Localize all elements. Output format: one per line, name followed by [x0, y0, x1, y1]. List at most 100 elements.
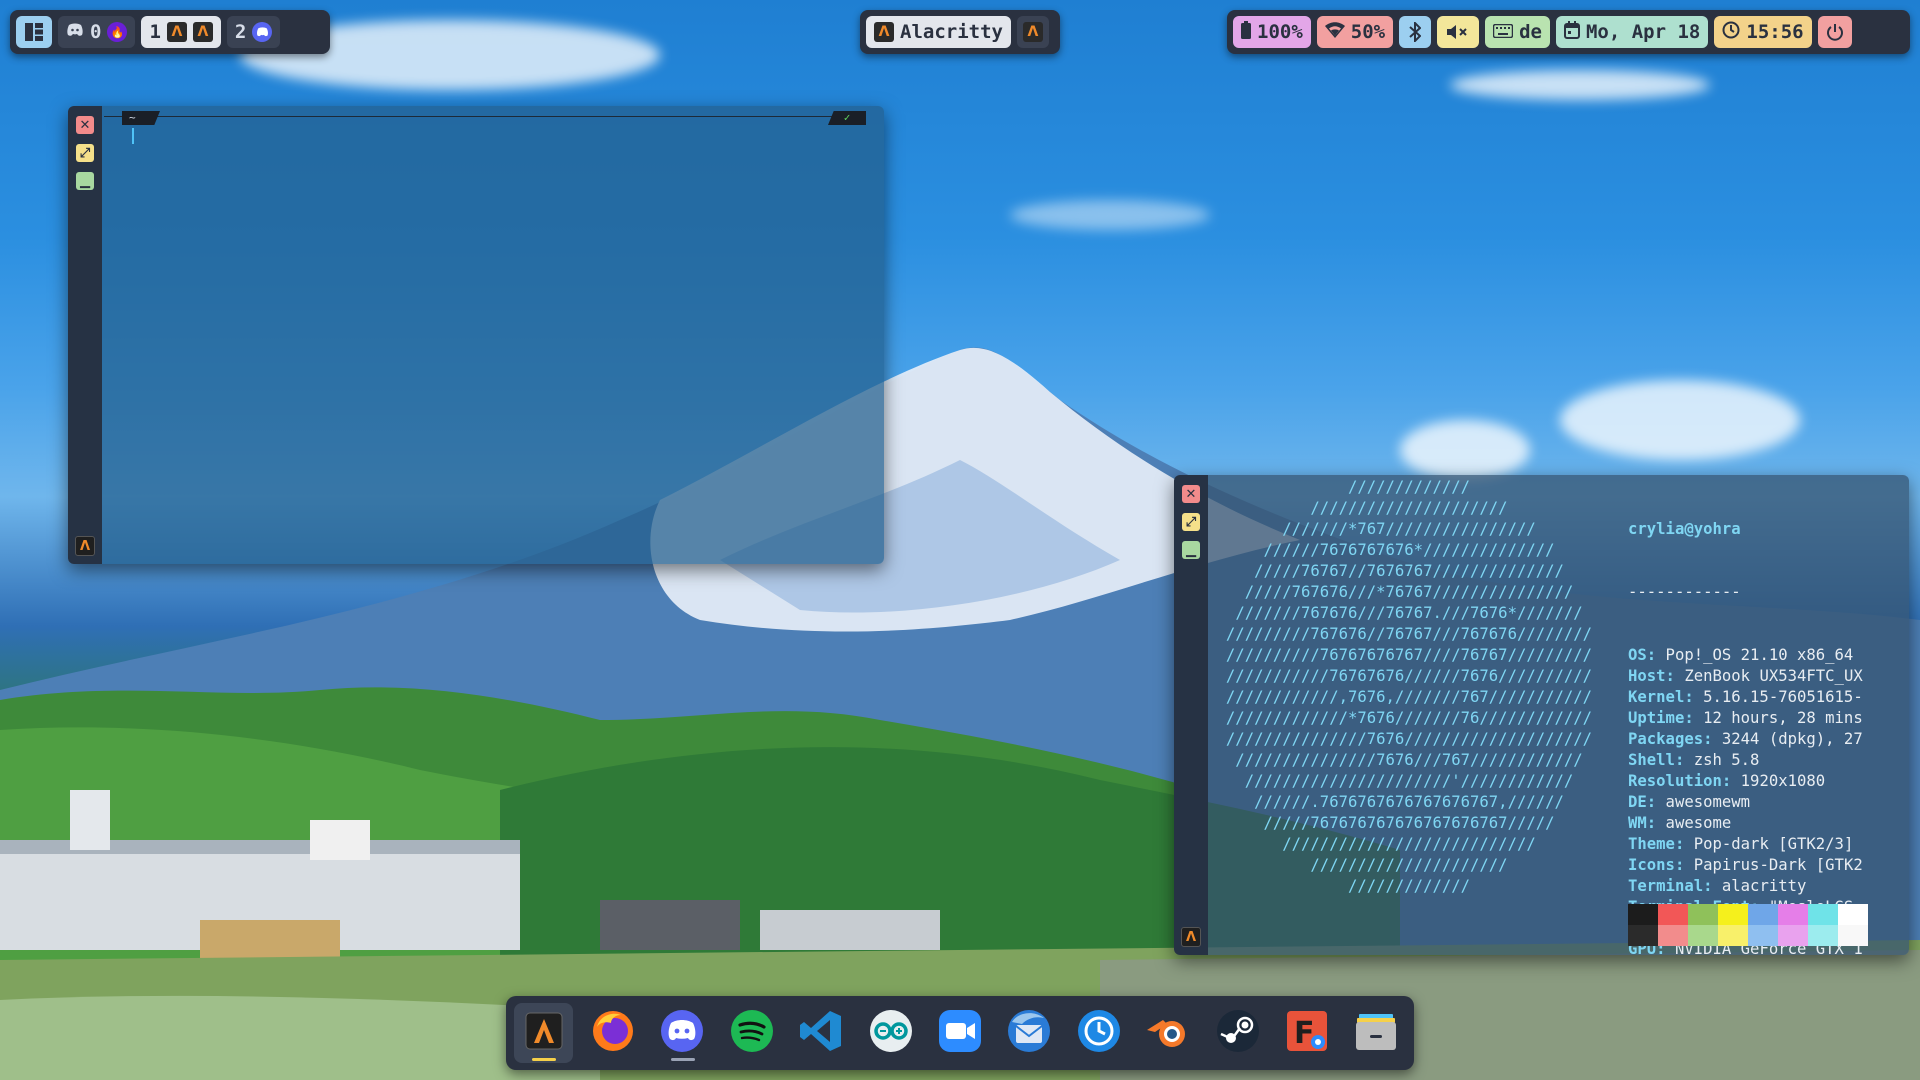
dock-blender[interactable] [1139, 1003, 1198, 1063]
info-key: Packages: [1628, 730, 1713, 748]
dock-firefox[interactable] [583, 1003, 642, 1063]
discord-icon [66, 23, 84, 41]
info-value: zsh 5.8 [1684, 751, 1760, 769]
files-icon [1353, 1008, 1399, 1058]
info-value: 5.16.15-76051615- [1693, 688, 1863, 706]
info-row: OS: Pop!_OS 21.10 x86_64 [1628, 645, 1863, 666]
date-widget[interactable]: Mo, Apr 18 [1555, 16, 1709, 48]
logo-line: ///////////////7676///767//////////// [1225, 751, 1593, 769]
window-titlebar[interactable]: ✕ ⤢ ▁ Λ [68, 106, 102, 564]
logo-line: ///////////////7676//////////////////// [1225, 730, 1593, 748]
info-key: Resolution: [1628, 772, 1732, 790]
info-row: Resolution: 1920x1080 [1628, 771, 1863, 792]
palette-swatch [1838, 904, 1868, 925]
info-value: alacritty [1712, 877, 1807, 895]
neofetch-window[interactable]: ✕ ⤢ ▁ Λ ////////////////////////////////… [1174, 475, 1909, 955]
minimize-icon[interactable]: ▁ [1182, 541, 1200, 559]
tag-2[interactable]: 2 [226, 16, 281, 48]
running-indicator [670, 1058, 695, 1061]
pop-os-ascii-logo: ///////////// ///////////// //////////////… [1209, 477, 1609, 897]
battery-level: 100% [1257, 21, 1303, 43]
palette-swatch [1658, 925, 1688, 946]
maximize-icon[interactable]: ⤢ [76, 144, 94, 162]
color-palette [1628, 904, 1868, 946]
palette-swatch [1748, 925, 1778, 946]
info-value: 1920x1080 [1731, 772, 1826, 790]
timeshift-icon [1076, 1008, 1122, 1058]
date-label: Mo, Apr 18 [1585, 21, 1701, 43]
dock-figma[interactable]: F [1277, 1003, 1336, 1063]
dock-discord[interactable] [653, 1003, 712, 1063]
palette-swatch [1688, 904, 1718, 925]
power-icon[interactable] [1817, 16, 1852, 48]
info-key: Host: [1628, 667, 1675, 685]
dock-vscode[interactable] [792, 1003, 851, 1063]
window-titlebar[interactable]: ✕ ⤢ ▁ Λ [1174, 475, 1208, 955]
palette-swatch [1658, 904, 1688, 925]
info-key: OS: [1628, 646, 1657, 664]
battery-icon [1241, 20, 1251, 44]
info-row: Theme: Pop-dark [GTK2/3] [1628, 834, 1863, 855]
bluetooth-icon[interactable] [1399, 16, 1432, 48]
wifi-strength: 50% [1350, 21, 1386, 43]
info-value: Papirus-Dark [GTK2 [1684, 856, 1863, 874]
close-icon[interactable]: ✕ [76, 116, 94, 134]
hotspot-flame-icon: 🔥 [107, 22, 128, 42]
logo-line: ///////////// [1225, 877, 1593, 895]
task-alacritty-2[interactable]: Λ [1016, 16, 1049, 48]
battery-widget[interactable]: 100% [1233, 16, 1311, 48]
minimize-icon[interactable]: ▁ [76, 172, 94, 190]
blender-icon [1145, 1008, 1191, 1058]
prompt-status: ✓ [828, 111, 866, 125]
dock-files[interactable] [1347, 1003, 1406, 1063]
palette-swatch [1808, 904, 1838, 925]
logo-line: //////7676767676*////////////// [1263, 541, 1555, 559]
alacritty-window[interactable]: ✕ ⤢ ▁ Λ ~ ✓ [68, 106, 884, 564]
system-info: crylia@yohra ------------ OS: Pop!_OS 21… [1628, 477, 1863, 955]
info-row: Shell: zsh 5.8 [1628, 750, 1863, 771]
info-key: Icons: [1628, 856, 1685, 874]
terminal-body[interactable]: ~ ✓ [102, 106, 884, 564]
keyboard-layout-widget[interactable]: de [1485, 16, 1550, 48]
app-dock: F [506, 996, 1414, 1070]
logo-line: //////.7676767676767676767,////// [1225, 793, 1593, 811]
maximize-icon[interactable]: ⤢ [1182, 513, 1200, 531]
logo-line: ///////////76767676//////7676////////// [1225, 667, 1593, 685]
info-value: awesome [1656, 814, 1732, 832]
dock-alacritty[interactable] [514, 1003, 574, 1063]
dock-zoom[interactable] [930, 1003, 989, 1063]
discord-count: 0 [90, 21, 102, 43]
alacritty-icon: Λ [1181, 927, 1201, 947]
info-row: Terminal: alacritty [1628, 876, 1863, 897]
keyboard-layout-label: de [1519, 21, 1542, 43]
discord-icon [252, 22, 273, 42]
palette-swatch [1628, 904, 1658, 925]
keyboard-icon [1492, 21, 1514, 43]
palette-swatch [1718, 925, 1748, 946]
tag-1[interactable]: 1 Λ Λ [141, 16, 221, 48]
task-alacritty[interactable]: Λ Alacritty [866, 16, 1011, 48]
layout-grid-icon[interactable] [16, 16, 52, 48]
info-row: DE: awesomewm [1628, 792, 1863, 813]
logo-line: /////767676///*76767/////////////// [1244, 583, 1574, 601]
clock-widget[interactable]: 15:56 [1714, 16, 1812, 48]
dock-thunderbird[interactable] [1000, 1003, 1059, 1063]
logo-line: //////////////////////'//////////// [1225, 772, 1593, 790]
discord-notify-pill[interactable]: 0 🔥 [58, 16, 136, 48]
close-icon[interactable]: ✕ [1182, 485, 1200, 503]
neofetch-output[interactable]: ///////////// ///////////// //////////////… [1208, 475, 1909, 955]
logo-line: ///////////// [1347, 478, 1471, 496]
palette-swatch [1748, 904, 1778, 925]
alacritty-icon [524, 1011, 564, 1055]
palette-swatch [1628, 925, 1658, 946]
dock-spotify[interactable] [722, 1003, 781, 1063]
dock-steam[interactable] [1208, 1003, 1267, 1063]
logo-line: ///////767676///76767.///7676*/////// [1235, 604, 1583, 622]
wifi-widget[interactable]: 50% [1316, 16, 1394, 48]
taglist-bar: 0 🔥 1 Λ Λ 2 [10, 10, 330, 54]
dock-arduino[interactable] [861, 1003, 920, 1063]
spotify-icon [729, 1008, 775, 1058]
figma-icon: F [1284, 1008, 1330, 1058]
volume-muted-icon[interactable] [1437, 16, 1480, 48]
dock-timeshift[interactable] [1069, 1003, 1128, 1063]
